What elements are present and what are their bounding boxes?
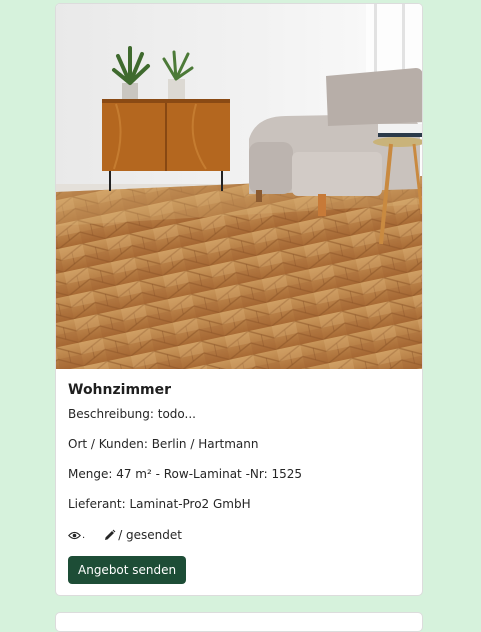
project-card: Wohnzimmer Beschreibung: todo... Ort / K…: [55, 3, 423, 596]
supplier-text: Lieferant: Laminat-Pro2 GmbH: [68, 497, 251, 511]
eye-suffix: .: [82, 529, 86, 541]
card-body: Wohnzimmer Beschreibung: todo... Ort / K…: [68, 380, 412, 584]
room-photo: [56, 4, 422, 369]
description-text: Beschreibung: todo...: [68, 407, 196, 421]
location-customer-text: Ort / Kunden: Berlin / Hartmann: [68, 437, 259, 451]
eye-icon: [68, 531, 81, 539]
edit-button[interactable]: [103, 529, 116, 542]
quantity-text: Menge: 47 m² - Row-Laminat -Nr: 1525: [68, 467, 302, 481]
card-title: Wohnzimmer: [68, 382, 172, 398]
status-text: / gesendet: [118, 528, 182, 542]
pencil-icon: [105, 529, 116, 540]
view-toggle[interactable]: .: [68, 530, 85, 541]
next-project-card: [55, 612, 423, 632]
status-row: . / gesendet: [68, 528, 182, 542]
send-offer-button[interactable]: Angebot senden: [68, 556, 187, 584]
